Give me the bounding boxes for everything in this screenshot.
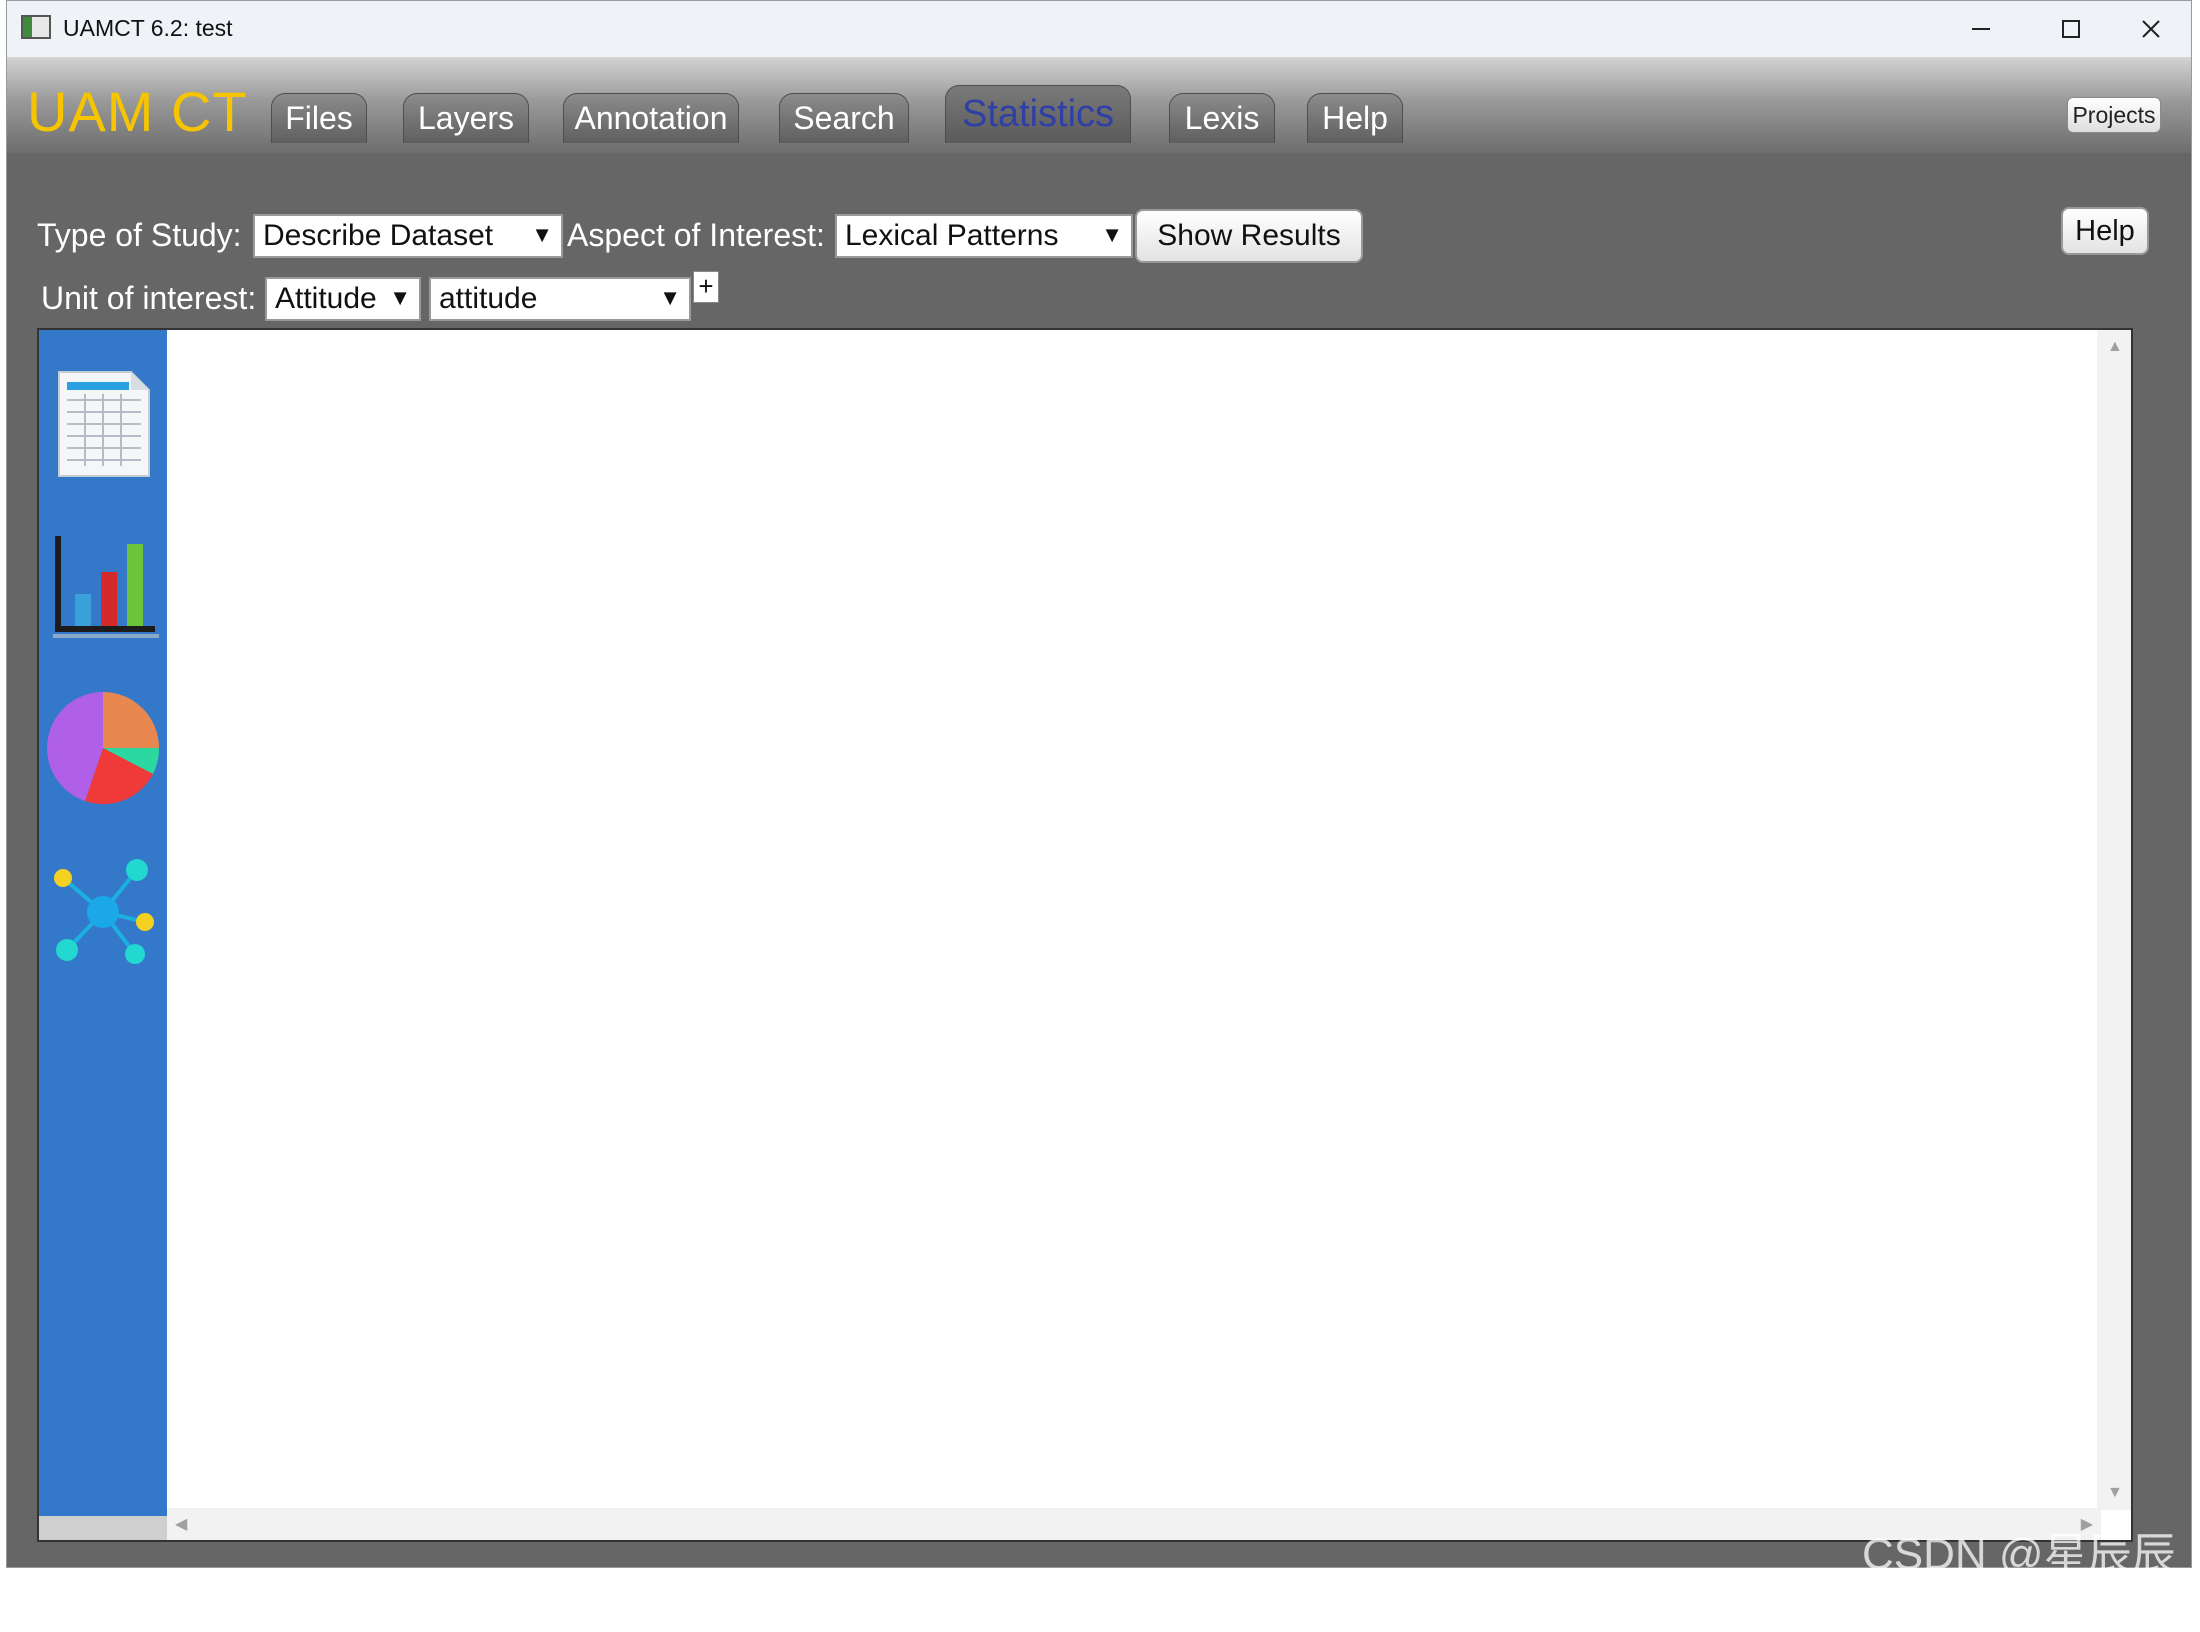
unit-of-interest-label: Unit of interest:: [41, 280, 257, 316]
main-menu-bar: UAM CT Files Layers Annotation Search St…: [7, 57, 2191, 153]
vertical-scrollbar[interactable]: ▲ ▼: [2097, 330, 2131, 1510]
tab-help[interactable]: Help: [1307, 93, 1403, 143]
tab-layers[interactable]: Layers: [403, 93, 529, 143]
tab-lexis[interactable]: Lexis: [1169, 93, 1275, 143]
pie-chart-icon[interactable]: [45, 690, 161, 806]
subunit-value: attitude: [439, 282, 538, 315]
table-icon[interactable]: [45, 366, 161, 482]
dropdown-arrow-icon: ▼: [659, 285, 681, 310]
maximize-icon: [2062, 20, 2080, 38]
aspect-of-interest-label: Aspect of Interest:: [567, 217, 825, 253]
view-sidebar: [39, 330, 167, 1540]
help-button[interactable]: Help: [2061, 207, 2149, 255]
sidebar-scroll-strip: [39, 1516, 167, 1540]
type-of-study-value: Describe Dataset: [263, 219, 494, 252]
minimize-icon: [1972, 28, 1990, 30]
tab-files[interactable]: Files: [271, 93, 367, 143]
app-icon: [21, 15, 51, 39]
aspect-of-interest-select[interactable]: Lexical Patterns ▼: [835, 214, 1133, 258]
title-bar: UAMCT 6.2: test: [7, 1, 2191, 57]
unit-of-interest-value: Attitude: [275, 282, 377, 315]
type-of-study-label: Type of Study:: [37, 217, 242, 253]
projects-button[interactable]: Projects: [2067, 97, 2161, 133]
network-icon[interactable]: [45, 850, 161, 966]
unit-of-interest-select[interactable]: Attitude ▼: [265, 277, 421, 321]
bar-chart-icon[interactable]: [45, 530, 161, 646]
scroll-up-icon[interactable]: ▲: [2107, 338, 2123, 356]
close-icon: [2142, 20, 2160, 38]
add-unit-button[interactable]: +: [693, 271, 719, 303]
horizontal-scrollbar[interactable]: ◀ ▶: [167, 1508, 2101, 1540]
dropdown-arrow-icon: ▼: [1101, 222, 1123, 247]
dropdown-arrow-icon: ▼: [531, 222, 553, 247]
type-of-study-select[interactable]: Describe Dataset ▼: [253, 214, 563, 258]
maximize-button[interactable]: [2031, 7, 2111, 51]
subunit-select[interactable]: attitude ▼: [429, 277, 691, 321]
scroll-left-icon[interactable]: ◀: [175, 1514, 187, 1534]
show-results-button[interactable]: Show Results: [1135, 209, 1363, 263]
tab-statistics[interactable]: Statistics: [945, 85, 1131, 143]
results-panel: ▲ ▼ ◀ ▶: [37, 328, 2133, 1542]
app-logo: UAM CT: [27, 80, 248, 143]
tab-annotation[interactable]: Annotation: [563, 93, 739, 143]
close-button[interactable]: [2111, 7, 2191, 51]
scroll-down-icon[interactable]: ▼: [2107, 1484, 2123, 1502]
tab-search[interactable]: Search: [779, 93, 909, 143]
aspect-of-interest-value: Lexical Patterns: [845, 219, 1059, 252]
minimize-button[interactable]: [1941, 7, 2021, 51]
app-window: UAMCT 6.2: test UAM CT Files Layers Anno…: [6, 0, 2192, 1568]
window-title: UAMCT 6.2: test: [63, 15, 233, 41]
watermark: CSDN @星辰辰ya: [1862, 1530, 2176, 1631]
dropdown-arrow-icon: ▼: [389, 285, 411, 310]
